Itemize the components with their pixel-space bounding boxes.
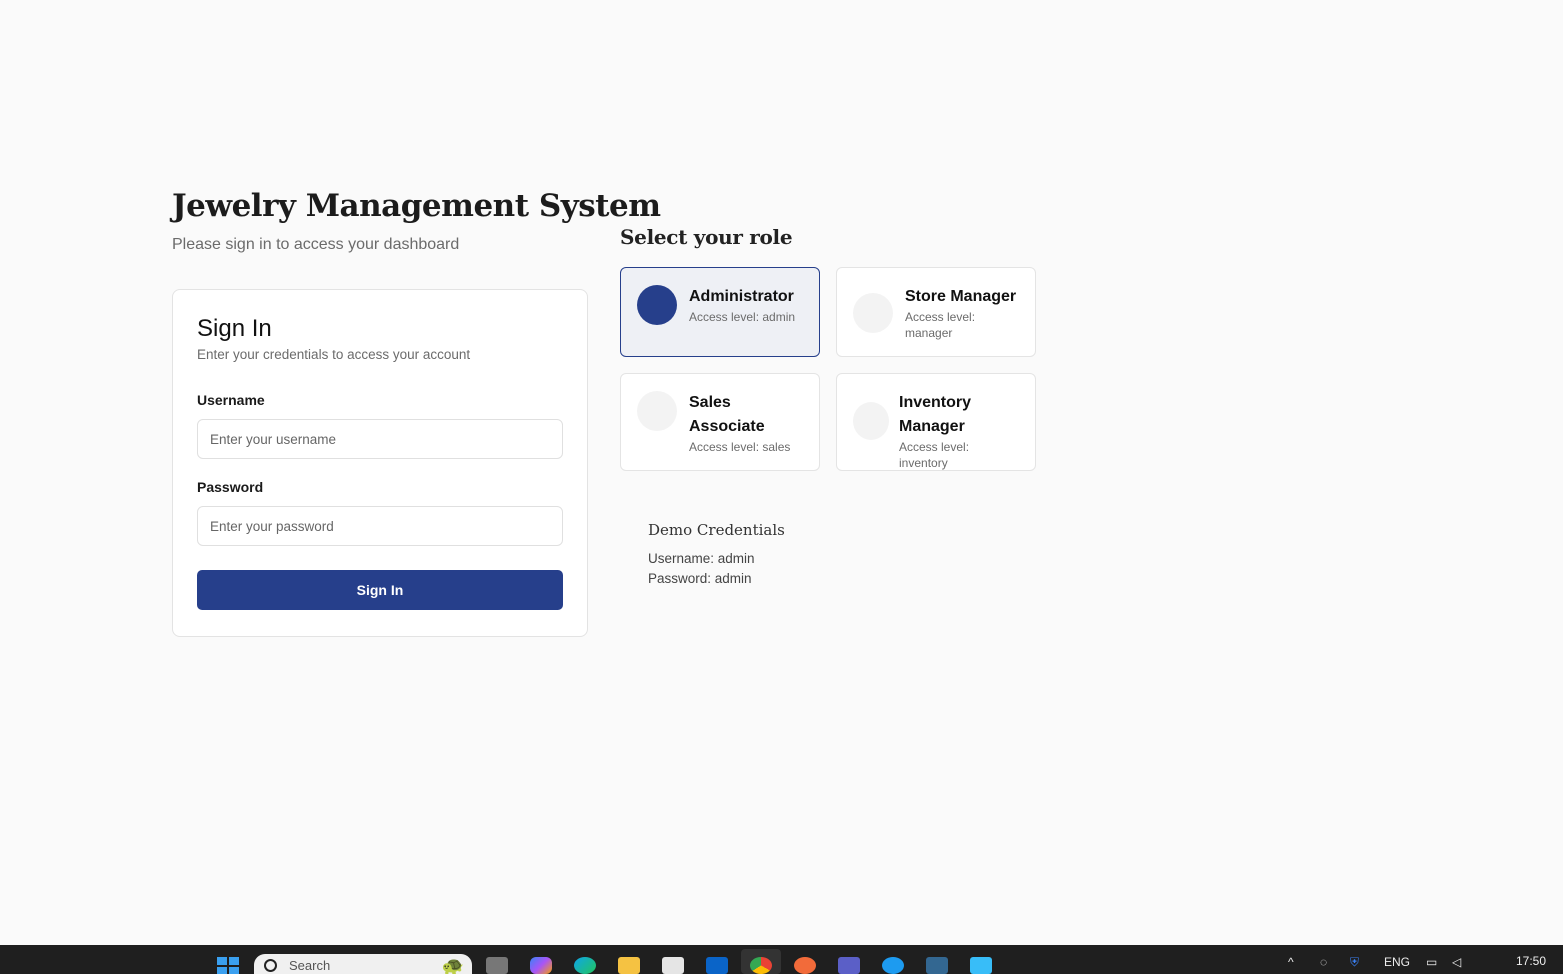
role-card-inventory-manager[interactable]: Inventory Manager Access level: inventor…: [836, 373, 1036, 471]
demo-credentials: Demo Credentials Username: admin Passwor…: [648, 521, 785, 589]
password-input[interactable]: [197, 506, 563, 546]
role-name: Inventory Manager: [899, 394, 972, 435]
windows-start-icon[interactable]: [217, 957, 239, 974]
role-avatar: [637, 391, 677, 431]
signin-card: Sign In Enter your credentials to access…: [172, 289, 588, 637]
role-avatar: [637, 285, 677, 325]
taskbar-clock[interactable]: 17:50: [1516, 954, 1546, 968]
store-icon[interactable]: [662, 957, 684, 974]
file-explorer-icon[interactable]: [618, 957, 640, 974]
tray-chevron-icon[interactable]: ^: [1288, 955, 1294, 969]
demo-password: Password: admin: [648, 571, 752, 586]
edge-icon[interactable]: [574, 957, 596, 974]
demo-username: Username: admin: [648, 551, 755, 566]
teams-icon[interactable]: [838, 957, 860, 974]
tray-volume-icon[interactable]: ◁: [1452, 955, 1461, 969]
app-title: Jewelry Management System: [172, 188, 661, 224]
postman-icon[interactable]: [794, 957, 816, 974]
postgres-icon[interactable]: [926, 957, 948, 974]
role-heading: Select your role: [620, 225, 793, 249]
notepad-icon[interactable]: [970, 957, 992, 974]
tray-language[interactable]: ENG: [1384, 955, 1410, 969]
turtle-icon: 🐢: [441, 956, 464, 974]
username-input[interactable]: [197, 419, 563, 459]
role-avatar: [853, 402, 889, 440]
copilot-icon[interactable]: [530, 957, 552, 974]
signin-title: Sign In: [197, 315, 272, 342]
chrome-icon[interactable]: [750, 957, 772, 974]
role-avatar: [853, 293, 893, 333]
role-access-level: Access level: inventory: [899, 440, 970, 470]
tray-security-icon[interactable]: ⛨: [1350, 955, 1359, 970]
signin-button[interactable]: Sign In: [197, 570, 563, 610]
taskbar-search-label: Search: [289, 957, 331, 973]
task-view-icon[interactable]: [486, 957, 508, 974]
role-name: Store Manager: [905, 288, 1017, 305]
password-label: Password: [197, 479, 264, 495]
outlook-icon[interactable]: [706, 957, 728, 974]
role-access-level: Access level: manager: [905, 310, 976, 340]
signin-description: Enter your credentials to access your ac…: [197, 347, 471, 362]
app-subtitle: Please sign in to access your dashboard: [172, 236, 460, 253]
role-access-level: Access level: sales: [689, 440, 791, 454]
tray-network-icon[interactable]: ◌: [1320, 955, 1327, 969]
username-label: Username: [197, 392, 265, 408]
role-access-level: Access level: admin: [689, 310, 796, 324]
role-name: Sales Associate: [689, 394, 765, 435]
role-card-sales-associate[interactable]: Sales Associate Access level: sales: [620, 373, 820, 471]
tray-display-icon[interactable]: ▭: [1426, 955, 1437, 969]
demo-credentials-title: Demo Credentials: [648, 521, 785, 539]
role-name: Administrator: [689, 288, 794, 305]
role-card-store-manager[interactable]: Store Manager Access level: manager: [836, 267, 1036, 357]
docker-icon[interactable]: [882, 957, 904, 974]
role-card-administrator[interactable]: Administrator Access level: admin: [620, 267, 820, 357]
taskbar-search[interactable]: Search 🐢: [254, 954, 472, 974]
taskbar: Search 🐢 ^ ◌ ⛨ ENG ▭ ◁ 17:50: [0, 945, 1563, 974]
search-icon: [264, 958, 277, 972]
